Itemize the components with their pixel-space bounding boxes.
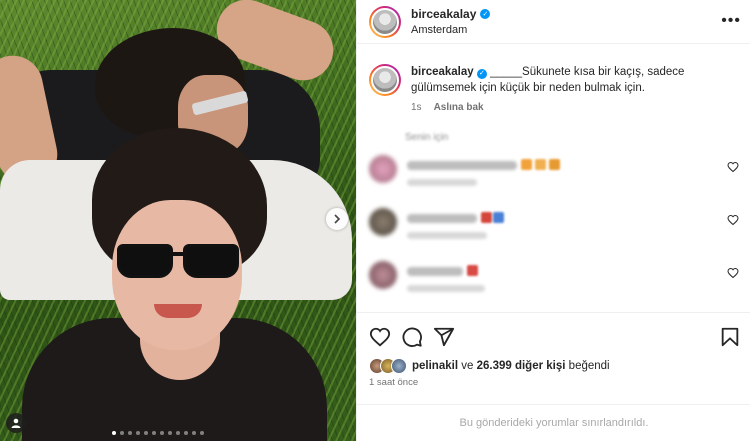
post-dialog: birceakalay ✓ Amsterdam ••• birceakalay … <box>0 0 750 441</box>
emoji <box>493 212 504 223</box>
post-timestamp[interactable]: 1 saat önce <box>369 377 418 388</box>
comments-limited-notice: Bu gönderideki yorumlar sınırlandırıldı. <box>357 404 750 441</box>
verified-badge-icon: ✓ <box>480 9 491 19</box>
emoji <box>481 212 492 223</box>
likes-connector: ve <box>461 360 474 372</box>
post-header: birceakalay ✓ Amsterdam ••• <box>357 0 750 44</box>
carousel-dot <box>200 431 204 435</box>
emoji <box>535 159 546 170</box>
caption-username[interactable]: birceakalay <box>411 66 474 78</box>
caption-age[interactable]: 1s <box>411 102 422 113</box>
post-caption: birceakalay ✓ _____Sükunete kısa bir kaç… <box>369 64 739 113</box>
action-bar <box>357 312 750 360</box>
carousel-dot <box>184 431 188 435</box>
send-icon[interactable] <box>433 326 455 348</box>
heart-icon[interactable] <box>727 214 739 226</box>
likes-suffix: beğendi <box>568 360 610 372</box>
post-sidebar: birceakalay ✓ Amsterdam ••• birceakalay … <box>356 0 750 441</box>
smile <box>154 304 202 318</box>
see-translation-link[interactable]: Aslına bak <box>434 102 484 113</box>
carousel-next-button[interactable] <box>326 208 348 230</box>
carousel-dot <box>112 431 116 435</box>
comment-avatar[interactable] <box>369 261 397 289</box>
carousel-dot <box>144 431 148 435</box>
carousel-dot <box>168 431 172 435</box>
carousel-dot <box>120 431 124 435</box>
carousel-indicator <box>112 431 204 435</box>
comment-avatar[interactable] <box>369 208 397 236</box>
user-tag-button[interactable] <box>6 413 26 433</box>
comment-row <box>369 208 739 248</box>
comment-row <box>369 261 739 301</box>
carousel-dot <box>176 431 180 435</box>
liker-avatar[interactable] <box>391 358 407 374</box>
heart-icon[interactable] <box>727 161 739 173</box>
post-photo[interactable] <box>0 0 356 441</box>
comment-avatar[interactable] <box>369 155 397 183</box>
heart-icon[interactable] <box>727 267 739 279</box>
caption-avatar[interactable] <box>369 64 401 96</box>
comment-row <box>369 155 739 195</box>
more-options-icon[interactable]: ••• <box>721 12 741 30</box>
woman-sunglasses <box>117 244 241 280</box>
carousel-dot <box>152 431 156 435</box>
user-tag-icon <box>11 418 21 428</box>
post-username[interactable]: birceakalay <box>411 7 476 21</box>
carousel-dot <box>136 431 140 435</box>
comment-meta-blurred <box>407 285 485 292</box>
chevron-right-icon <box>334 214 341 224</box>
comment-icon[interactable] <box>401 326 423 348</box>
verified-badge-icon: ✓ <box>476 69 487 79</box>
bookmark-icon[interactable] <box>719 326 741 348</box>
emoji <box>549 159 560 170</box>
carousel-dot <box>160 431 164 435</box>
comments-section-label[interactable]: Senin için <box>405 132 448 143</box>
comment-text-blurred <box>407 267 463 276</box>
comment-text-blurred <box>407 161 517 170</box>
comment-meta-blurred <box>407 179 477 186</box>
emoji <box>467 265 478 276</box>
comment-text-blurred <box>407 214 477 223</box>
liked-by-user[interactable]: pelinakil <box>412 360 458 372</box>
emoji <box>521 159 532 170</box>
carousel-dot <box>192 431 196 435</box>
avatar[interactable] <box>369 5 401 38</box>
carousel-dot <box>128 431 132 435</box>
comment-meta-blurred <box>407 232 487 239</box>
likes-summary: pelinakil ve 26.399 diğer kişi beğendi <box>369 358 610 374</box>
post-location[interactable]: Amsterdam <box>411 24 490 36</box>
heart-icon[interactable] <box>369 326 391 348</box>
likes-count[interactable]: 26.399 diğer kişi <box>477 360 566 372</box>
